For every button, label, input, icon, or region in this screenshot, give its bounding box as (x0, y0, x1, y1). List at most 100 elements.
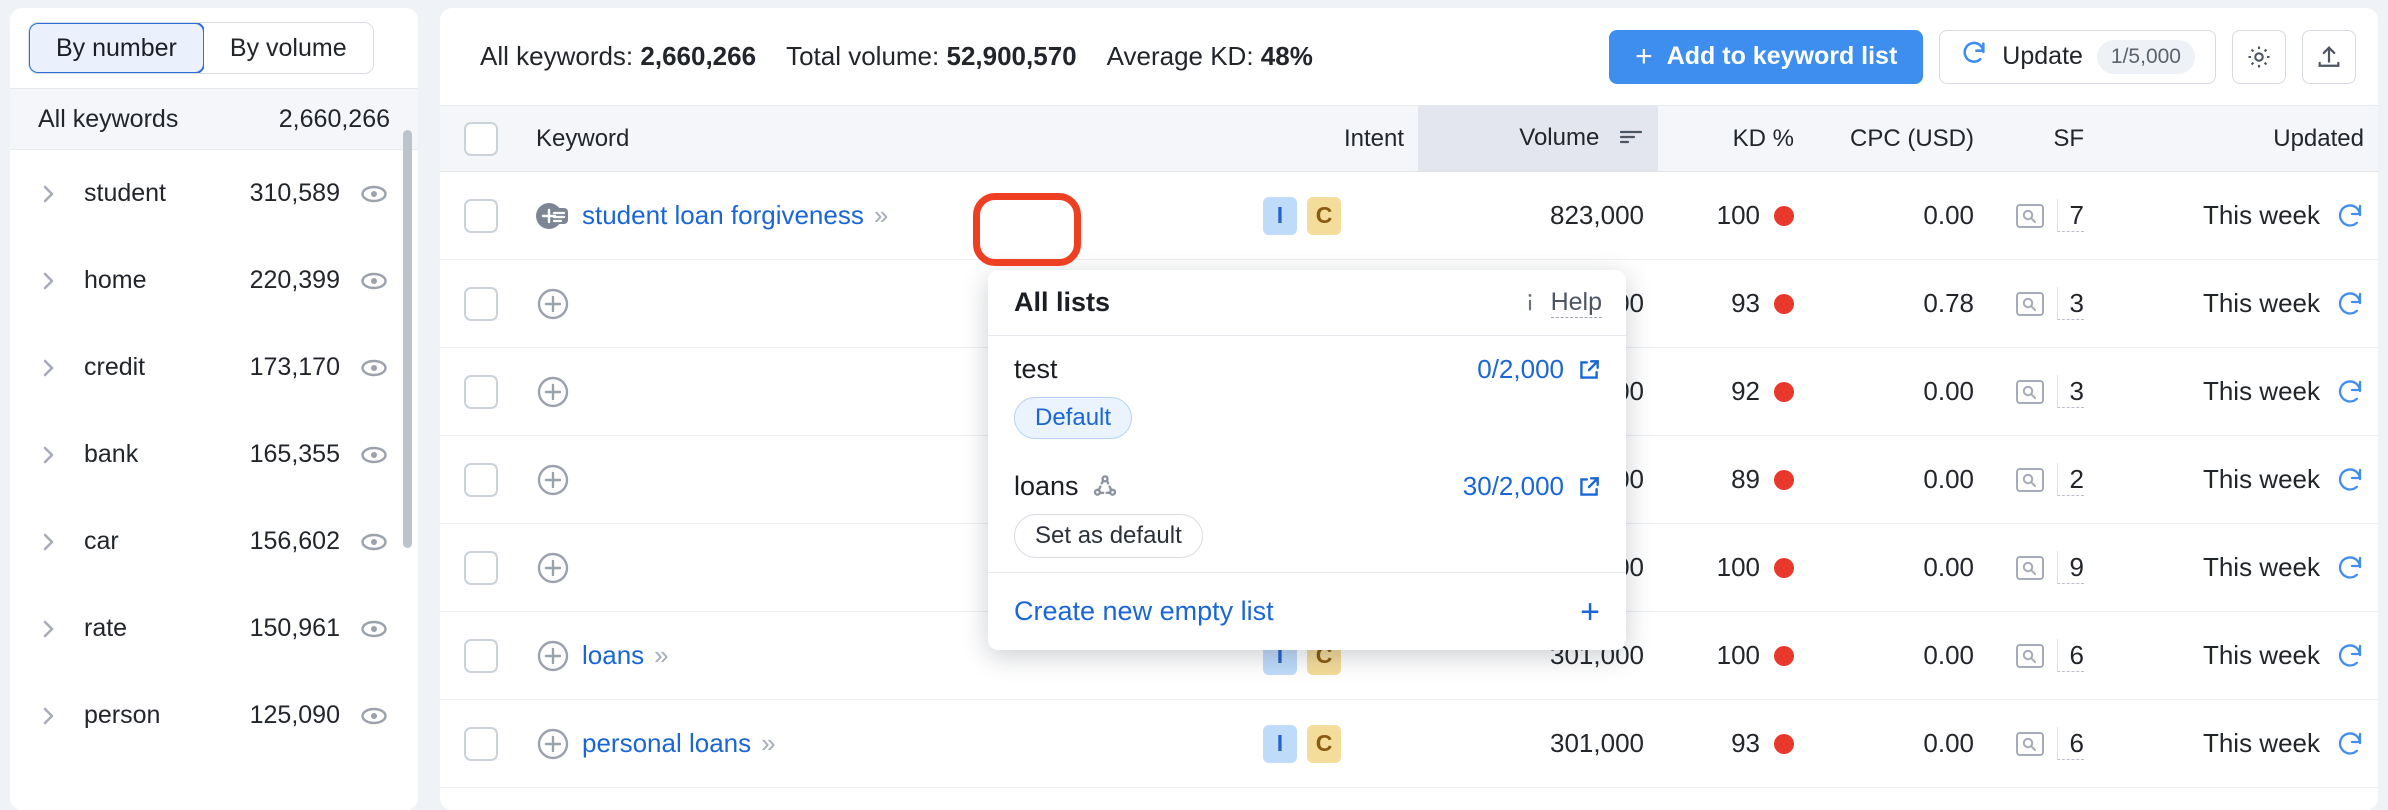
tab-by-volume[interactable]: By volume (203, 23, 373, 73)
create-new-list-button[interactable]: Create new empty list + (988, 572, 1626, 650)
chevron-right-icon[interactable] (36, 357, 62, 379)
plus-circle-icon[interactable] (536, 551, 570, 585)
plus-circle-icon[interactable] (536, 639, 570, 673)
list-item[interactable]: loans 30/2,000 Set as default (988, 453, 1626, 572)
sidebar-item-bank[interactable]: bank 165,355 (10, 411, 418, 498)
chevron-right-icon[interactable] (36, 270, 62, 292)
gear-icon (2245, 43, 2273, 71)
tab-by-number[interactable]: By number (28, 23, 205, 73)
set-as-default-button[interactable]: Set as default (1014, 514, 1203, 558)
sidebar-item-credit[interactable]: credit 173,170 (10, 324, 418, 411)
group-label: home (84, 266, 147, 294)
info-icon (1519, 290, 1541, 316)
refresh-icon[interactable] (2336, 730, 2364, 758)
intent-tag-C[interactable]: C (1307, 724, 1341, 763)
eye-icon[interactable] (358, 614, 390, 644)
plus-circle-icon[interactable] (536, 463, 570, 497)
plus-circle-icon[interactable] (536, 727, 570, 761)
row-select-cell (440, 699, 522, 788)
serp-features-icon[interactable] (2015, 290, 2045, 318)
sf-count[interactable]: 3 (2056, 374, 2084, 409)
chevron-double-right-icon[interactable]: » (761, 728, 776, 759)
chevron-right-icon[interactable] (36, 618, 62, 640)
column-header-kd[interactable]: KD % (1658, 105, 1808, 172)
row-checkbox[interactable] (464, 198, 498, 233)
serp-features-icon[interactable] (2015, 554, 2045, 582)
list-quota-link[interactable]: 0/2,000 (1477, 354, 1602, 385)
intent-tag-I[interactable]: I (1263, 724, 1297, 763)
eye-icon[interactable] (358, 179, 390, 209)
eye-icon[interactable] (358, 701, 390, 731)
chevron-double-right-icon[interactable]: » (654, 640, 669, 671)
list-item[interactable]: test 0/2,000 Default (988, 336, 1626, 453)
refresh-icon[interactable] (2336, 466, 2364, 494)
sidebar-item-student[interactable]: student 310,589 (10, 150, 418, 237)
sf-count[interactable]: 3 (2056, 286, 2084, 321)
sort-mode-segmented-control[interactable]: By number By volume (28, 22, 374, 74)
sf-count[interactable]: 6 (2056, 638, 2084, 673)
column-header-cpc[interactable]: CPC (USD) (1808, 105, 1988, 172)
select-all-checkbox[interactable] (464, 121, 498, 156)
sidebar-item-person[interactable]: person 125,090 (10, 672, 418, 759)
updated-value: This week (2202, 640, 2320, 670)
sf-count[interactable]: 7 (2056, 198, 2084, 233)
plus-circle-icon[interactable] (536, 287, 570, 321)
serp-features-icon[interactable] (2015, 378, 2045, 406)
refresh-icon[interactable] (2336, 642, 2364, 670)
table-row[interactable]: student loan forgiveness» I C 823,000 100 0.0… (440, 171, 2378, 260)
refresh-icon[interactable] (2336, 378, 2364, 406)
column-header-volume[interactable]: Volume (1418, 105, 1658, 172)
refresh-icon[interactable] (2336, 554, 2364, 582)
serp-features-icon[interactable] (2015, 642, 2045, 670)
chevron-right-icon[interactable] (36, 183, 62, 205)
serp-features-icon[interactable] (2015, 202, 2045, 230)
column-header-intent[interactable]: Intent (1243, 105, 1418, 172)
serp-features-icon[interactable] (2015, 466, 2045, 494)
row-checkbox[interactable] (464, 550, 498, 585)
row-checkbox[interactable] (464, 462, 498, 497)
refresh-icon[interactable] (2336, 202, 2364, 230)
chevron-right-icon[interactable] (36, 531, 62, 553)
chevron-double-right-icon[interactable]: » (874, 200, 889, 231)
keyword-link[interactable]: student loan forgiveness (582, 200, 864, 231)
sidebar-item-rate[interactable]: rate 150,961 (10, 585, 418, 672)
sf-count[interactable]: 2 (2056, 462, 2084, 497)
add-to-keyword-list-button[interactable]: + Add to keyword list (1609, 29, 1924, 84)
cpc-cell: 0.00 (1808, 523, 1988, 612)
add-to-list-icon[interactable] (536, 199, 570, 233)
update-button[interactable]: Update 1/5,000 (1939, 29, 2216, 84)
updated-cell: This week (2098, 171, 2378, 260)
row-checkbox[interactable] (464, 374, 498, 409)
help-link[interactable]: Help (1519, 288, 1602, 318)
sidebar-item-car[interactable]: car 156,602 (10, 498, 418, 585)
sidebar-item-all-keywords[interactable]: All keywords 2,660,266 (10, 88, 418, 150)
column-header-updated[interactable]: Updated (2098, 105, 2378, 172)
intent-tag-I[interactable]: I (1263, 196, 1297, 235)
serp-features-icon[interactable] (2015, 730, 2045, 758)
keyword-link[interactable]: loans (582, 640, 644, 671)
column-header-keyword[interactable]: Keyword (522, 105, 1243, 172)
eye-icon[interactable] (358, 266, 390, 296)
column-header-sf[interactable]: SF (1988, 105, 2098, 172)
row-checkbox[interactable] (464, 286, 498, 321)
chevron-right-icon[interactable] (36, 444, 62, 466)
export-button[interactable] (2302, 29, 2356, 84)
eye-icon[interactable] (358, 527, 390, 557)
sidebar-scrollbar[interactable] (403, 130, 412, 548)
sf-count[interactable]: 9 (2056, 550, 2084, 585)
row-checkbox[interactable] (464, 638, 498, 673)
row-select-cell (440, 523, 522, 612)
eye-icon[interactable] (358, 440, 390, 470)
row-checkbox[interactable] (464, 726, 498, 761)
chevron-right-icon[interactable] (36, 705, 62, 727)
refresh-icon[interactable] (2336, 290, 2364, 318)
plus-circle-icon[interactable] (536, 375, 570, 409)
intent-tag-C[interactable]: C (1307, 196, 1341, 235)
settings-button[interactable] (2232, 29, 2286, 84)
eye-icon[interactable] (358, 353, 390, 383)
keyword-link[interactable]: personal loans (582, 728, 751, 759)
sf-count[interactable]: 6 (2056, 726, 2084, 761)
table-row[interactable]: personal loans» I C 301,000 93 0.00 6 This week (440, 699, 2378, 788)
sidebar-item-home[interactable]: home 220,399 (10, 237, 418, 324)
list-quota-link[interactable]: 30/2,000 (1463, 471, 1602, 502)
